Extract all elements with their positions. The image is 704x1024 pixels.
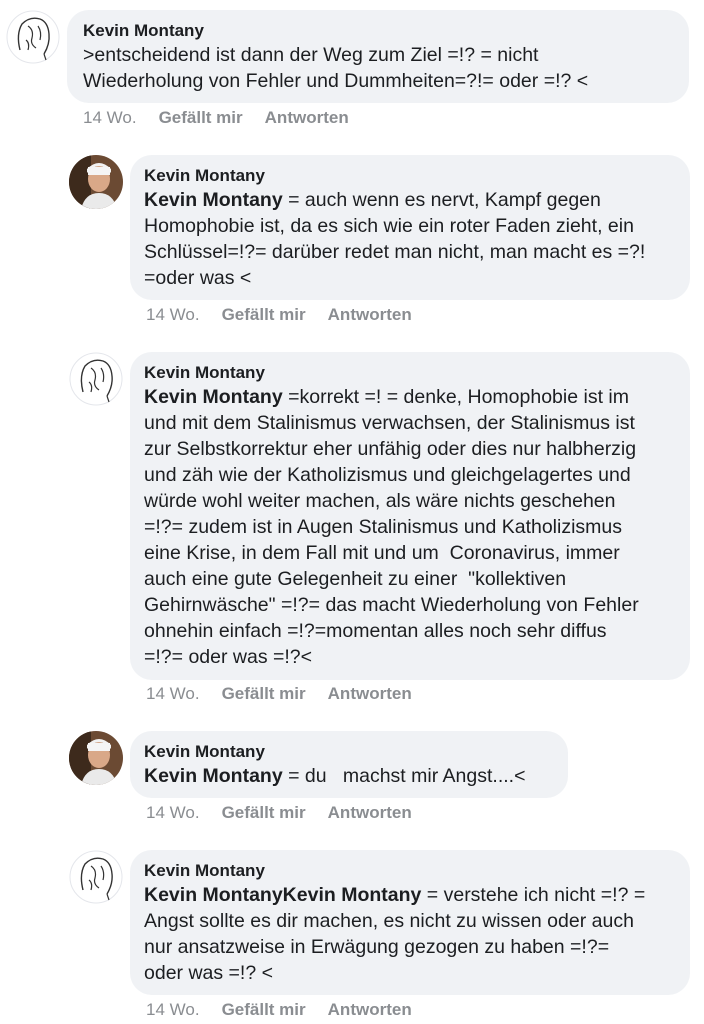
comment: Kevin Montany Kevin MontanyKevin Montany… <box>0 0 704 1024</box>
sketch-face-avatar-icon <box>69 850 123 904</box>
comment-actions: 14 Wo. Gefällt mir Antworten <box>146 1000 434 1020</box>
comment-mention[interactable]: Kevin MontanyKevin Montany <box>144 884 421 906</box>
like-button[interactable]: Gefällt mir <box>222 1000 306 1019</box>
comment-text: Kevin MontanyKevin Montany = verstehe ic… <box>144 882 676 986</box>
comment-bubble: Kevin Montany Kevin MontanyKevin Montany… <box>130 850 690 995</box>
reply-button[interactable]: Antworten <box>328 1000 412 1019</box>
comment-author[interactable]: Kevin Montany <box>144 860 676 882</box>
comment-time[interactable]: 14 Wo. <box>146 1000 200 1019</box>
avatar[interactable] <box>69 850 123 904</box>
